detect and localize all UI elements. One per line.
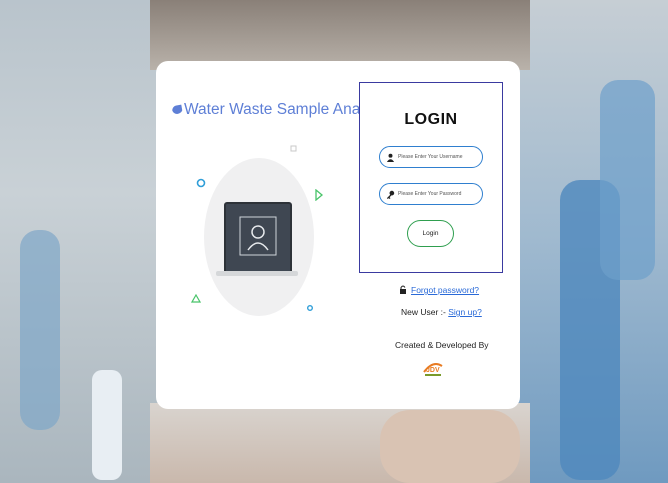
- user-icon: [386, 153, 395, 162]
- circle-decoration-icon: [307, 305, 313, 311]
- developer-credit: Created & Developed By: [395, 340, 489, 350]
- signup-link[interactable]: Sign up?: [448, 307, 482, 317]
- new-user-label: New User: [401, 307, 439, 317]
- company-logo-icon: JDV: [423, 363, 443, 376]
- new-user-row: New User :- Sign up?: [401, 307, 482, 317]
- forgot-password-link[interactable]: Forgot password?: [411, 285, 479, 295]
- key-icon: [386, 190, 395, 199]
- forgot-password-row: Forgot password?: [399, 285, 479, 295]
- water-drop-icon: [172, 104, 183, 114]
- laptop-base: [216, 271, 298, 276]
- login-card: Water Waste Sample Analysis LOGIN Please…: [156, 61, 520, 409]
- triangle-decoration-icon: [315, 189, 324, 201]
- square-decoration-icon: [290, 145, 297, 152]
- login-illustration: [204, 158, 314, 318]
- login-heading: LOGIN: [404, 111, 458, 128]
- password-field[interactable]: [379, 183, 483, 205]
- password-input[interactable]: [398, 191, 478, 197]
- circle-decoration-icon: [196, 178, 206, 188]
- svg-text:JDV: JDV: [426, 367, 440, 374]
- lock-icon: [400, 285, 406, 294]
- triangle-decoration-icon: [191, 294, 201, 303]
- laptop-screen: [224, 202, 292, 274]
- login-button[interactable]: Login: [407, 220, 454, 247]
- username-field[interactable]: [379, 146, 483, 168]
- login-form: LOGIN Login: [359, 82, 503, 273]
- app-title: Water Waste Sample Analysis: [171, 101, 390, 119]
- username-input[interactable]: [398, 154, 478, 160]
- user-avatar-icon: [239, 216, 277, 256]
